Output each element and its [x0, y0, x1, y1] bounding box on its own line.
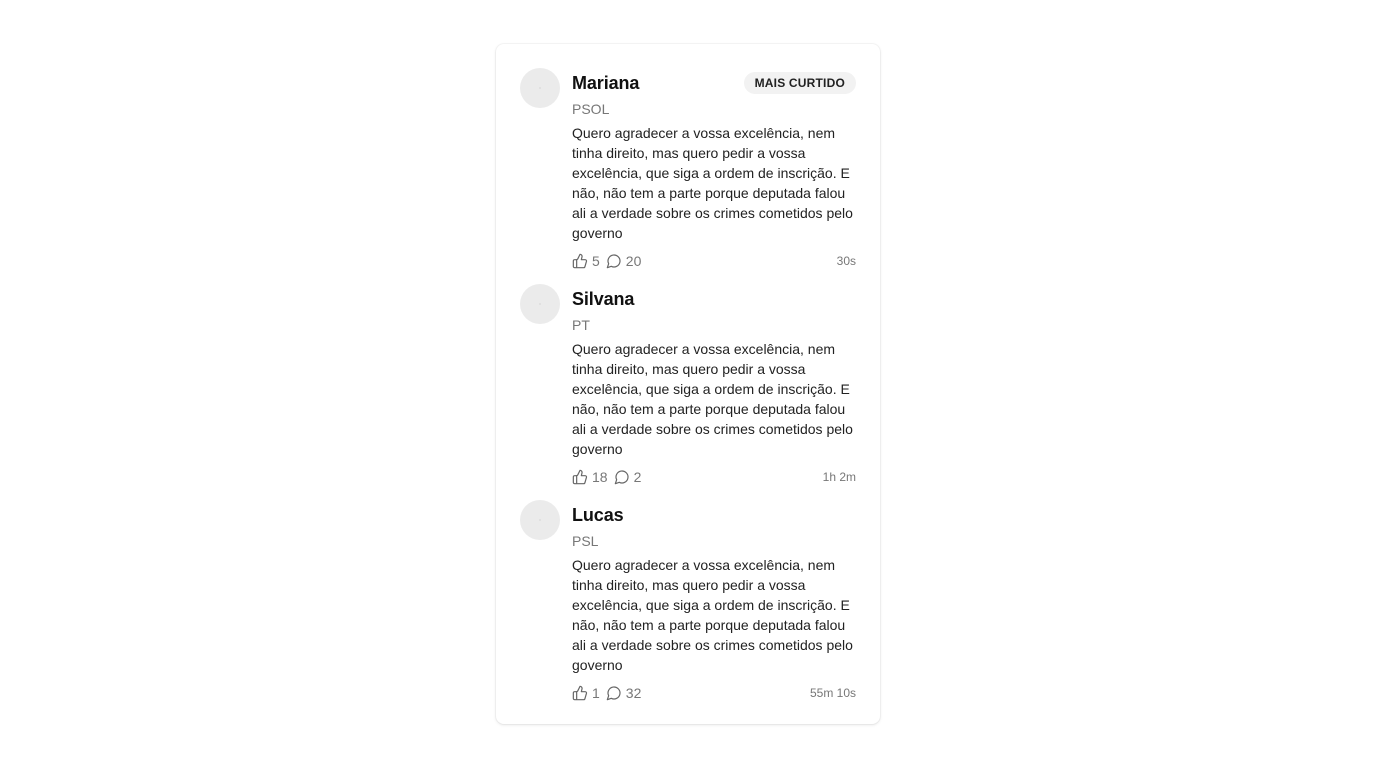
comment-stats: 18 2 [572, 469, 647, 485]
like-button[interactable]: 18 [572, 469, 608, 485]
comment-footer: 18 2 1h 2m [572, 467, 856, 487]
comment-header: Silvana [572, 286, 856, 312]
avatar[interactable] [520, 500, 560, 540]
speech-bubble-icon [606, 686, 621, 701]
comment-body: Silvana PT Quero agradecer a vossa excel… [572, 284, 856, 487]
like-button[interactable]: 5 [572, 253, 600, 269]
speech-bubble-icon [606, 254, 621, 269]
like-count: 18 [592, 469, 608, 485]
author-party: PSOL [572, 101, 610, 117]
most-liked-badge: MAIS CURTIDO [743, 72, 856, 94]
comment-stats: 5 20 [572, 253, 647, 269]
thumbs-up-icon [572, 685, 588, 701]
reply-button[interactable]: 32 [606, 685, 642, 701]
avatar[interactable] [520, 284, 560, 324]
comment-item: Mariana MAIS CURTIDO PSOL Quero agradece… [520, 68, 856, 284]
comment-item: Silvana PT Quero agradecer a vossa excel… [520, 284, 856, 500]
comment-timestamp: 55m 10s [809, 686, 856, 700]
author-party: PSL [572, 533, 599, 549]
comment-footer: 5 20 30s [572, 251, 856, 271]
avatar[interactable] [520, 68, 560, 108]
comment-header: Lucas [572, 502, 856, 528]
comment-text: Quero agradecer a vossa excelência, nem … [572, 341, 853, 457]
thumbs-up-icon [572, 469, 588, 485]
comment-timestamp: 1h 2m [822, 470, 856, 484]
speech-bubble-icon [614, 470, 629, 485]
comment-timestamp: 30s [836, 254, 856, 268]
comment-body: Lucas PSL Quero agradecer a vossa excelê… [572, 500, 856, 703]
reply-button[interactable]: 2 [614, 469, 642, 485]
reply-button[interactable]: 20 [606, 253, 642, 269]
reply-count: 32 [625, 685, 642, 701]
comments-card: Mariana MAIS CURTIDO PSOL Quero agradece… [496, 44, 880, 724]
like-button[interactable]: 1 [572, 685, 600, 701]
reply-count: 20 [625, 253, 642, 269]
comment-stats: 1 32 [572, 685, 647, 701]
author-name[interactable]: Lucas [572, 505, 624, 526]
comment-body: Mariana MAIS CURTIDO PSOL Quero agradece… [572, 68, 856, 271]
author-name[interactable]: Silvana [572, 289, 634, 310]
thumbs-up-icon [572, 253, 588, 269]
comment-text: Quero agradecer a vossa excelência, nem … [572, 557, 853, 673]
like-count: 1 [592, 685, 600, 701]
author-party: PT [572, 317, 590, 333]
like-count: 5 [592, 253, 600, 269]
comment-header: Mariana MAIS CURTIDO [572, 70, 856, 96]
author-name[interactable]: Mariana [572, 73, 639, 94]
comment-item: Lucas PSL Quero agradecer a vossa excelê… [520, 500, 856, 716]
comment-footer: 1 32 55m 10s [572, 683, 856, 703]
comment-text: Quero agradecer a vossa excelência, nem … [572, 125, 853, 241]
reply-count: 2 [633, 469, 642, 485]
